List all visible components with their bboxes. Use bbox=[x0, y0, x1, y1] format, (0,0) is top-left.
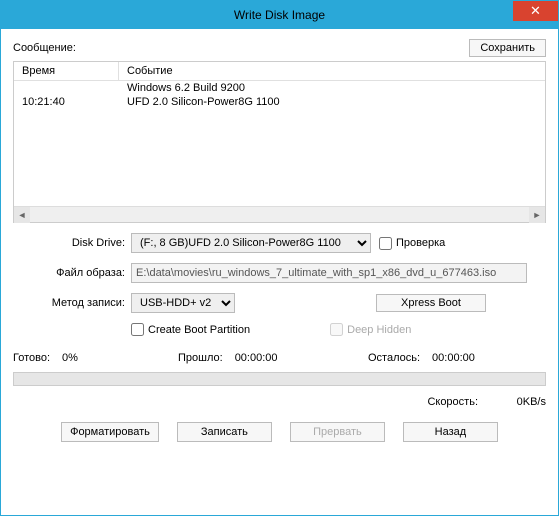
disk-drive-label: Disk Drive: bbox=[13, 237, 131, 249]
disk-drive-select[interactable]: (F:, 8 GB)UFD 2.0 Silicon-Power8G 1100 bbox=[131, 233, 371, 253]
verify-label: Проверка bbox=[396, 237, 445, 249]
content-area: Сообщение: Сохранить Время Событие Windo… bbox=[1, 29, 558, 515]
verify-checkbox[interactable] bbox=[379, 237, 392, 250]
log-cell-time: 10:21:40 bbox=[14, 95, 119, 109]
elapsed-value: 00:00:00 bbox=[235, 352, 278, 364]
create-boot-checkbox[interactable] bbox=[131, 323, 144, 336]
write-method-select[interactable]: USB-HDD+ v2 bbox=[131, 293, 235, 313]
abort-button: Прервать bbox=[290, 422, 385, 442]
image-file-field[interactable] bbox=[131, 263, 527, 283]
log-cell-event: Windows 6.2 Build 9200 bbox=[119, 81, 545, 95]
scroll-right-icon[interactable]: ► bbox=[529, 207, 545, 223]
back-button[interactable]: Назад bbox=[403, 422, 498, 442]
deep-hidden-label: Deep Hidden bbox=[347, 324, 411, 336]
window: Write Disk Image ✕ Сообщение: Сохранить … bbox=[0, 0, 559, 516]
log-header: Время Событие bbox=[14, 62, 545, 81]
log-list: Время Событие Windows 6.2 Build 9200 10:… bbox=[13, 61, 546, 223]
verify-checkbox-wrap[interactable]: Проверка bbox=[379, 237, 445, 250]
window-title: Write Disk Image bbox=[1, 8, 558, 22]
log-col-time[interactable]: Время bbox=[14, 62, 119, 80]
write-button[interactable]: Записать bbox=[177, 422, 272, 442]
ready-value: 0% bbox=[62, 352, 78, 364]
save-log-button[interactable]: Сохранить bbox=[469, 39, 546, 57]
format-button[interactable]: Форматировать bbox=[61, 422, 159, 442]
titlebar: Write Disk Image ✕ bbox=[1, 1, 558, 29]
speed-value: 0KB/s bbox=[496, 396, 546, 408]
log-cell-time bbox=[14, 81, 119, 95]
ready-label: Готово: bbox=[13, 352, 50, 364]
horizontal-scrollbar[interactable]: ◄ ► bbox=[14, 206, 545, 222]
create-boot-checkbox-wrap[interactable]: Create Boot Partition bbox=[131, 323, 250, 336]
log-cell-event: UFD 2.0 Silicon-Power8G 1100 bbox=[119, 95, 545, 109]
log-body: Windows 6.2 Build 9200 10:21:40 UFD 2.0 … bbox=[14, 81, 545, 206]
deep-hidden-checkbox bbox=[330, 323, 343, 336]
log-row[interactable]: Windows 6.2 Build 9200 bbox=[14, 81, 545, 95]
write-method-label: Метод записи: bbox=[13, 297, 131, 309]
elapsed-label: Прошло: bbox=[178, 352, 223, 364]
close-button[interactable]: ✕ bbox=[513, 1, 558, 21]
xpress-boot-button[interactable]: Xpress Boot bbox=[376, 294, 486, 312]
remain-value: 00:00:00 bbox=[432, 352, 475, 364]
remain-label: Осталось: bbox=[368, 352, 420, 364]
log-col-event[interactable]: Событие bbox=[119, 62, 545, 80]
create-boot-label: Create Boot Partition bbox=[148, 324, 250, 336]
image-file-label: Файл образа: bbox=[13, 267, 131, 279]
progress-bar bbox=[13, 372, 546, 386]
log-row[interactable]: 10:21:40 UFD 2.0 Silicon-Power8G 1100 bbox=[14, 95, 545, 109]
close-icon: ✕ bbox=[530, 3, 541, 19]
deep-hidden-checkbox-wrap: Deep Hidden bbox=[330, 323, 411, 336]
speed-label: Скорость: bbox=[427, 396, 478, 408]
message-label: Сообщение: bbox=[13, 42, 469, 54]
scroll-left-icon[interactable]: ◄ bbox=[14, 207, 30, 223]
